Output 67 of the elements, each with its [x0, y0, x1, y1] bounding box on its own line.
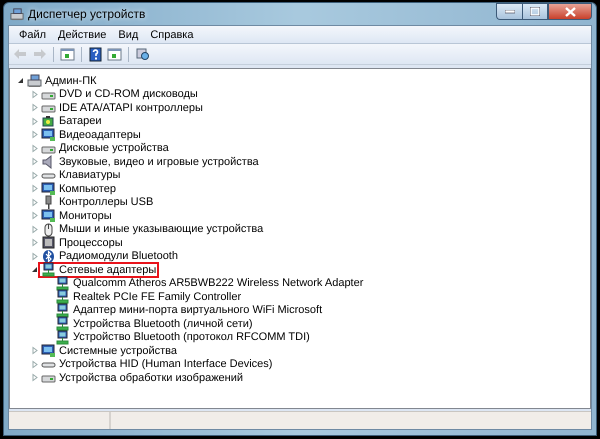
tree-item[interactable]: Устройство Bluetooth (протокол RFCOMM TDI): [73, 331, 310, 344]
network-icon: [41, 262, 56, 278]
network-icon: [55, 330, 70, 345]
tree-item[interactable]: Realtek PCIe FE Family Controller: [73, 290, 242, 303]
network-icon: [55, 289, 70, 304]
expand-arrow-icon[interactable]: [30, 373, 39, 382]
bluetooth-icon: [41, 248, 56, 264]
network-icon: [55, 276, 70, 291]
menu-item[interactable]: Справка: [144, 28, 200, 40]
tree-item[interactable]: Устройства Bluetooth (личной сети): [73, 318, 253, 330]
tree-item[interactable]: Системные устройства: [59, 344, 178, 357]
minimize-icon: [504, 10, 514, 14]
expand-arrow-icon[interactable]: [30, 224, 39, 234]
expand-arrow-icon[interactable]: [30, 238, 39, 248]
expand-arrow-icon[interactable]: [30, 211, 39, 220]
expand-arrow-icon[interactable]: [30, 116, 39, 126]
tree-item[interactable]: Сетевые адаптеры: [59, 264, 156, 276]
tree-item[interactable]: DVD и CD-ROM дисководы: [59, 88, 198, 100]
expand-arrow-icon[interactable]: [30, 130, 39, 140]
network-icon: [55, 316, 70, 332]
expand-arrow-icon[interactable]: [30, 360, 39, 369]
minimize-button[interactable]: [496, 3, 522, 20]
maximize-icon: [530, 7, 540, 16]
expand-arrow-icon[interactable]: [30, 198, 39, 207]
app-icon: [10, 7, 24, 21]
tree-item[interactable]: Qualcomm Atheros AR5BWB222 Wireless Network Adapter: [73, 277, 364, 290]
monitor-icon: [41, 343, 56, 358]
close-icon: [564, 6, 576, 16]
tree-item[interactable]: Адаптер мини-порта виртуального WiFi Microsoft: [73, 304, 322, 316]
monitor-icon: [41, 127, 56, 142]
tree-item[interactable]: Мониторы: [59, 210, 112, 222]
computer-icon: [27, 73, 42, 88]
menu-item[interactable]: Действие: [52, 28, 112, 40]
chip-icon: [41, 235, 56, 250]
tree-item[interactable]: Клавиатуры: [59, 169, 120, 182]
expand-arrow-icon[interactable]: [30, 346, 39, 356]
expand-arrow-icon[interactable]: [30, 170, 39, 180]
expand-arrow-icon[interactable]: [30, 157, 39, 166]
maximize-button[interactable]: [522, 3, 548, 20]
tree-item[interactable]: Контроллеры USB: [59, 196, 154, 208]
tree-item[interactable]: Радиомодули Bluetooth: [59, 250, 178, 262]
monitor-icon: [41, 181, 56, 196]
battery-icon: [41, 114, 56, 129]
collapse-arrow-icon[interactable]: [30, 265, 39, 274]
tree-item[interactable]: Устройства обработки изображений: [59, 372, 244, 384]
tree-item[interactable]: Видеоадаптеры: [59, 128, 141, 141]
tree-item[interactable]: Компьютер: [59, 182, 116, 195]
window-title: Диспетчер устройств: [28, 7, 146, 21]
close-button[interactable]: [548, 3, 592, 20]
expand-arrow-icon[interactable]: [30, 144, 39, 153]
tree-item[interactable]: Звуковые, видео и игровые устройства: [59, 156, 259, 168]
expand-arrow-icon[interactable]: [30, 103, 39, 112]
tree-item[interactable]: Батареи: [59, 115, 102, 128]
expand-arrow-icon[interactable]: [30, 184, 39, 194]
monitor-icon: [41, 208, 56, 224]
expand-arrow-icon[interactable]: [30, 252, 39, 261]
tree-item[interactable]: Дисковые устройства: [59, 142, 169, 154]
tree-item[interactable]: Устройства HID (Human Interface Devices): [59, 358, 272, 370]
menu-item[interactable]: Вид: [112, 28, 144, 40]
collapse-arrow-icon[interactable]: [16, 76, 25, 86]
expand-arrow-icon[interactable]: [30, 90, 39, 99]
tree-item[interactable]: Процессоры: [59, 236, 123, 249]
tree-item[interactable]: Админ-ПК: [45, 74, 97, 87]
tree-item[interactable]: Мыши и иные указывающие устройства: [59, 223, 264, 236]
menu-item[interactable]: Файл: [13, 28, 52, 40]
tree-item[interactable]: IDE ATA/ATAPI контроллеры: [59, 102, 203, 114]
network-icon: [55, 302, 70, 318]
